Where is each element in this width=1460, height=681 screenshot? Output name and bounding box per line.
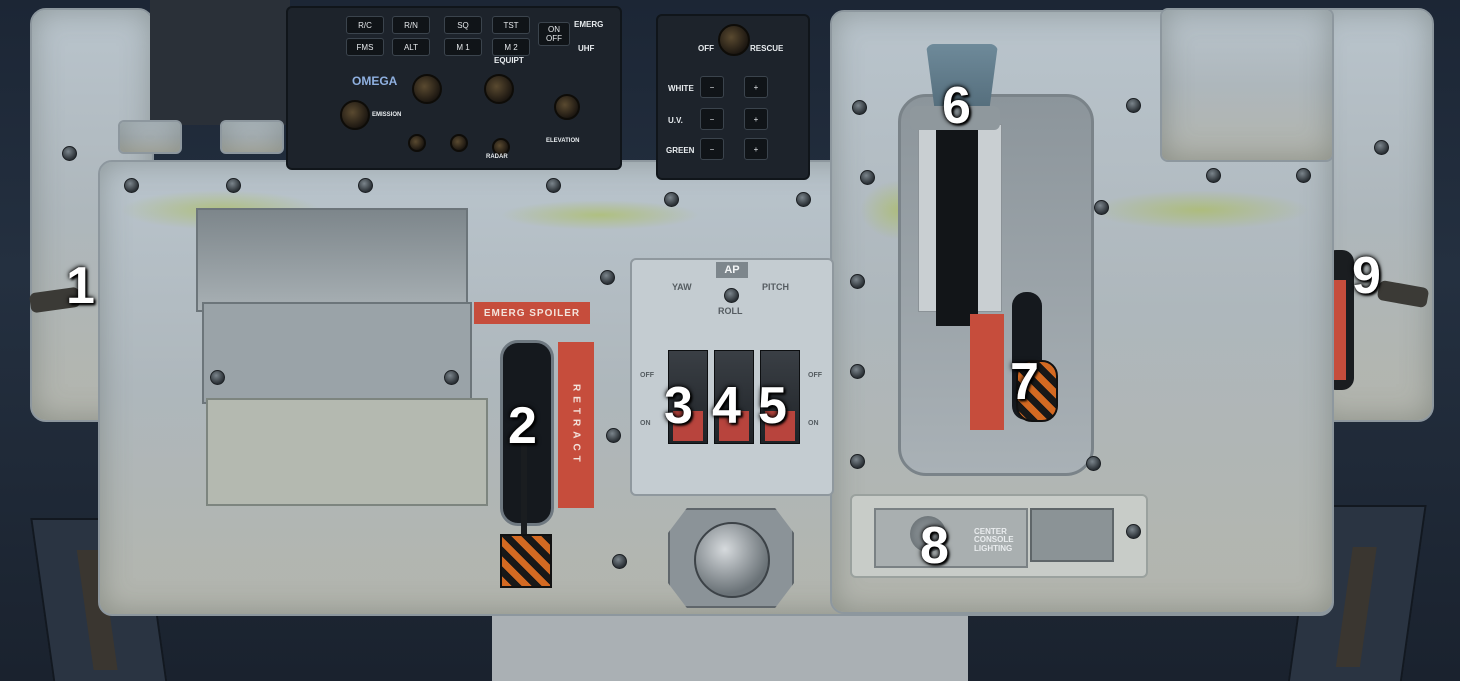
cockpit-center-console: R/C R/N SQ TST ON OFF EMERG UHF FMS ALT … (0, 0, 1460, 681)
radar-label: RADAR (486, 154, 508, 160)
roll-label: ROLL (718, 306, 743, 316)
green-plus-key[interactable]: + (744, 138, 768, 160)
lever-6-slot (936, 130, 978, 326)
on-label-right: ON (808, 420, 819, 427)
right-upper-block (1160, 8, 1334, 162)
radio-control-panel: R/C R/N SQ TST ON OFF EMERG UHF FMS ALT … (286, 6, 622, 170)
omega-logo: OMEGA (352, 74, 398, 88)
tilt-knob[interactable] (484, 74, 514, 104)
small-knob-2[interactable] (450, 134, 468, 152)
storage-bin-lid[interactable] (202, 302, 472, 404)
callout-1: 1 (66, 257, 95, 315)
rescue-knob[interactable] (718, 24, 750, 56)
roll-trim-screw[interactable] (724, 288, 739, 303)
spoiler-lever-shaft (521, 440, 527, 540)
lighting-blank-cutout (1030, 508, 1114, 562)
left-small-plate (118, 120, 182, 154)
callout-8: 8 (920, 517, 949, 575)
green-minus-key[interactable]: − (700, 138, 724, 160)
green-label: GREEN (666, 146, 695, 155)
off-label-left: OFF (640, 372, 654, 379)
on-off-key[interactable]: ON OFF (538, 22, 570, 46)
storage-bin-opening (196, 208, 468, 312)
sq-key[interactable]: SQ (444, 16, 482, 34)
center-console-lighting-label: CENTER CONSOLE LIGHTING (974, 527, 1014, 553)
equipt-label: EQUIPT (494, 56, 524, 65)
uv-label: U.V. (668, 116, 683, 125)
lighting-control-panel: OFF RESCUE WHITE − + U.V. − + GREEN − + (656, 14, 810, 180)
callout-6: 6 (942, 77, 971, 135)
left-small-plate-2 (220, 120, 284, 154)
rc-key[interactable]: R/C (346, 16, 384, 34)
round-connector[interactable] (694, 522, 770, 598)
emission-label: EMISSION (372, 112, 402, 118)
callout-4: 4 (712, 377, 741, 435)
gain-knob[interactable] (412, 74, 442, 104)
emerg-spoiler-label: EMERG SPOILER (474, 302, 590, 324)
tst-key[interactable]: TST (492, 16, 530, 34)
off-label: OFF (698, 44, 714, 53)
console-lighting-panel: CENTER CONSOLE LIGHTING (850, 494, 1148, 578)
ap-label: AP (716, 262, 748, 278)
callout-7: 7 (1010, 353, 1039, 411)
callout-2: 2 (508, 397, 537, 455)
m1-key[interactable]: M 1 (444, 38, 482, 56)
callout-5: 5 (758, 377, 787, 435)
lever-7-scale (970, 314, 1004, 430)
white-plus-key[interactable]: + (744, 76, 768, 98)
callout-9: 9 (1352, 247, 1381, 305)
spoiler-lever-handle[interactable] (500, 534, 552, 588)
small-knob-1[interactable] (408, 134, 426, 152)
uv-minus-key[interactable]: − (700, 108, 724, 130)
elevation-knob[interactable] (554, 94, 580, 120)
storage-bin-front (206, 398, 488, 506)
rear-cavity-left (150, 0, 290, 125)
uv-plus-key[interactable]: + (744, 108, 768, 130)
elevation-label: ELEVATION (546, 138, 580, 144)
pitch-label: PITCH (762, 282, 789, 292)
callout-3: 3 (664, 377, 693, 435)
uhf-label: UHF (578, 44, 595, 53)
alt-key[interactable]: ALT (392, 38, 430, 56)
fms-key[interactable]: FMS (346, 38, 384, 56)
rescue-label: RESCUE (750, 44, 784, 53)
yaw-label: YAW (672, 282, 692, 292)
white-minus-key[interactable]: − (700, 76, 724, 98)
off-label-right: OFF (808, 372, 822, 379)
m2-key[interactable]: M 2 (492, 38, 530, 56)
emission-knob[interactable] (340, 100, 370, 130)
on-label-left: ON (640, 420, 651, 427)
rn-key[interactable]: R/N (392, 16, 430, 34)
emerg-label: EMERG (574, 20, 604, 29)
retract-label: RETRACT (558, 342, 594, 508)
white-label: WHITE (668, 84, 694, 93)
